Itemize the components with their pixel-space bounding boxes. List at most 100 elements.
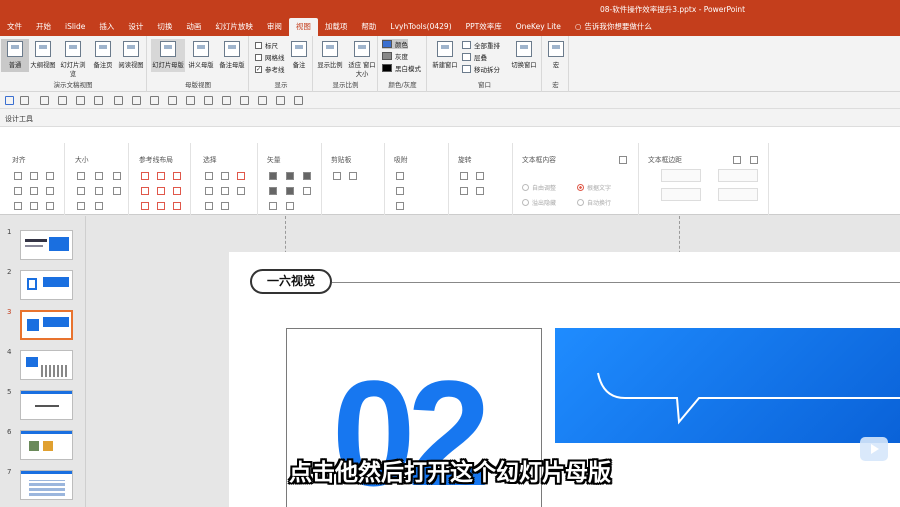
arrange-all-button[interactable]: 全部重排 <box>462 40 500 50</box>
tab-insert[interactable]: 插入 <box>92 18 121 36</box>
connector-icon[interactable] <box>222 96 231 105</box>
edit-points-icon[interactable] <box>303 187 311 195</box>
tab-animations[interactable]: 动画 <box>179 18 208 36</box>
word-wrap-option[interactable]: 自动换行 <box>577 198 611 207</box>
shape-icon[interactable] <box>76 96 85 105</box>
zoom-button[interactable]: 显示比例 <box>316 39 344 69</box>
tab-lvyhtools[interactable]: LvyhTools(0429) <box>383 18 458 36</box>
select-same-icon[interactable] <box>205 172 213 180</box>
snap-left-icon[interactable] <box>396 172 404 180</box>
select-color-icon[interactable] <box>237 172 245 180</box>
play-button[interactable] <box>860 437 888 461</box>
slide-thumbnail[interactable]: 5 <box>0 388 86 422</box>
fit-to-window-button[interactable]: 适应 窗口大小 <box>347 39 377 78</box>
combine-icon[interactable] <box>286 172 294 180</box>
select-down-icon[interactable] <box>237 187 245 195</box>
copy-icon[interactable] <box>333 172 341 180</box>
redo-icon[interactable] <box>40 96 49 105</box>
outline-view-button[interactable]: 大纲视图 <box>29 39 57 69</box>
guide-bottom-icon[interactable] <box>173 187 181 195</box>
group-icon[interactable] <box>150 96 159 105</box>
tab-addins[interactable]: 加载项 <box>318 18 355 36</box>
color-option[interactable]: 颜色 <box>382 39 408 49</box>
same-width-icon[interactable] <box>77 172 85 180</box>
autofit-free-option[interactable]: 自由调整 <box>522 183 556 192</box>
fragment-icon[interactable] <box>303 172 311 180</box>
tell-me-box[interactable]: ○ 告诉我你想要做什么 <box>568 18 659 36</box>
tab-islide[interactable]: iSlide <box>58 18 92 36</box>
slide-thumbnail[interactable]: 1 <box>0 228 86 262</box>
guide-right-icon[interactable] <box>173 172 181 180</box>
move-split-button[interactable]: 移动拆分 <box>462 64 500 74</box>
align-right-icon[interactable] <box>46 172 54 180</box>
refresh-icon[interactable] <box>750 156 758 164</box>
intersect-icon[interactable] <box>269 187 277 195</box>
eyedropper-icon[interactable] <box>258 96 267 105</box>
crop-icon[interactable] <box>77 202 85 210</box>
notes-page-button[interactable]: 备注页 <box>89 39 117 69</box>
guide-frame-icon[interactable] <box>173 202 181 210</box>
grayscale-option[interactable]: 灰度 <box>382 51 408 61</box>
switch-window-button[interactable]: 切换窗口 <box>508 39 540 69</box>
size-both-icon[interactable] <box>113 187 121 195</box>
margin-right-input[interactable] <box>718 169 758 182</box>
format-painter-icon[interactable] <box>58 96 67 105</box>
autofit-text-option[interactable]: 根据文字 <box>577 183 611 192</box>
slide-sorter-button[interactable]: 幻灯片浏览 <box>59 39 87 78</box>
distribute-v-icon[interactable] <box>30 202 38 210</box>
tab-view[interactable]: 视图 <box>288 18 318 36</box>
size-h-icon[interactable] <box>95 187 103 195</box>
tab-transitions[interactable]: 切换 <box>150 18 179 36</box>
rectangle-icon[interactable] <box>204 96 213 105</box>
tab-review[interactable]: 审阅 <box>260 18 289 36</box>
new-window-button[interactable]: 新建窗口 <box>430 39 460 69</box>
guide-margin-icon[interactable] <box>141 202 149 210</box>
slide-thumbnail[interactable]: 2 <box>0 268 86 302</box>
margin-top-input[interactable] <box>661 188 701 201</box>
guide-grid-icon[interactable] <box>157 202 165 210</box>
guide-middle-icon[interactable] <box>157 187 165 195</box>
notes-button[interactable]: 备注 <box>286 39 312 69</box>
select-line-icon[interactable] <box>221 202 229 210</box>
tab-slideshow[interactable]: 幻灯片放映 <box>208 18 260 36</box>
notes-master-button[interactable]: 备注母版 <box>217 39 247 69</box>
overflow-hidden-option[interactable]: 溢出隐藏 <box>522 198 556 207</box>
ruler-checkbox[interactable]: 标尺 <box>255 40 278 50</box>
slide-thumbnail[interactable]: 3 <box>0 308 86 342</box>
normal-view-button[interactable]: 普通 <box>1 39 29 72</box>
guide-left-icon[interactable] <box>141 172 149 180</box>
align-icon[interactable] <box>114 96 123 105</box>
tab-onekey[interactable]: OneKey Lite <box>509 18 568 36</box>
subtract-icon[interactable] <box>286 187 294 195</box>
lasso-icon[interactable] <box>94 96 103 105</box>
same-height-icon[interactable] <box>95 172 103 180</box>
size-w-icon[interactable] <box>77 187 85 195</box>
tab-file[interactable]: 文件 <box>0 18 29 36</box>
tab-ppt-library[interactable]: PPT效率库 <box>459 18 509 36</box>
gridlines-checkbox[interactable]: 网格线 <box>255 52 285 62</box>
tab-design[interactable]: 设计 <box>121 18 150 36</box>
undo-icon[interactable] <box>20 96 29 105</box>
tab-home[interactable]: 开始 <box>29 18 58 36</box>
macros-button[interactable]: 宏 <box>543 39 569 69</box>
fit-icon[interactable] <box>95 202 103 210</box>
distribute-icon[interactable] <box>132 96 141 105</box>
union-icon[interactable] <box>269 172 277 180</box>
font-size-icon[interactable] <box>240 96 249 105</box>
margin-bottom-input[interactable] <box>718 188 758 201</box>
align-grid-icon[interactable] <box>46 202 54 210</box>
cascade-button[interactable]: 层叠 <box>462 52 487 62</box>
guides-checkbox[interactable]: ✓ 参考线 <box>255 64 285 74</box>
align-middle-icon[interactable] <box>30 187 38 195</box>
rotate-right-icon[interactable] <box>476 172 484 180</box>
handout-master-button[interactable]: 讲义母版 <box>186 39 216 69</box>
align-center-icon[interactable] <box>30 172 38 180</box>
select-bottom-icon[interactable] <box>205 202 213 210</box>
select-fill-icon[interactable] <box>221 172 229 180</box>
guide-top-icon[interactable] <box>141 187 149 195</box>
guide-center-icon[interactable] <box>157 172 165 180</box>
rotate-left-icon[interactable] <box>460 172 468 180</box>
align-top-icon[interactable] <box>14 187 22 195</box>
save-icon[interactable] <box>5 96 14 105</box>
paste-icon[interactable] <box>349 172 357 180</box>
